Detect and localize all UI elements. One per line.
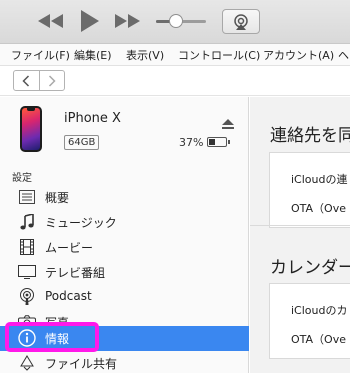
music-note-icon <box>18 213 36 231</box>
film-icon <box>18 238 36 256</box>
calendar-sync-heading: カレンダーを <box>270 258 350 278</box>
file-sharing-icon <box>18 354 36 372</box>
sidebar-item-label: 概要 <box>45 191 70 205</box>
playback-toolbar <box>0 0 350 44</box>
sidebar-item-label: テレビ番組 <box>45 266 106 280</box>
airplay-button[interactable] <box>222 9 260 34</box>
sidebar-item-summary[interactable]: 概要 <box>0 185 249 210</box>
sidebar-item-movies[interactable]: ムービー <box>0 235 249 260</box>
sidebar-item-file-sharing[interactable]: ファイル共有 <box>0 351 249 373</box>
back-button[interactable] <box>14 71 39 90</box>
menu-view[interactable]: 表示(V) <box>126 47 164 63</box>
menu-controls[interactable]: コントロール(C) <box>178 47 260 63</box>
menu-bar: ファイル(F) 編集(E) 表示(V) コントロール(C) アカウント(A) ヘ <box>0 44 350 66</box>
calendar-icloud-text: iCloudのカ <box>291 304 348 317</box>
settings-section-label: 設定 <box>12 173 32 184</box>
section-divider <box>250 225 350 226</box>
sidebar-item-label: ファイル共有 <box>45 357 118 371</box>
menu-account[interactable]: アカウント(A) <box>263 47 334 63</box>
info-icon <box>18 329 36 347</box>
sidebar-item-info[interactable]: 情報 <box>0 326 249 351</box>
summary-list-icon <box>18 188 36 206</box>
battery-percentage: 37% <box>179 136 204 149</box>
battery-level <box>209 139 215 145</box>
chevron-right-icon <box>48 74 56 87</box>
device-sidebar: iPhone X 64GB 37% 設定 概要 ミュージック ムービー テレビ番… <box>0 97 249 373</box>
contacts-ota-text: OTA（Ove <box>291 202 346 215</box>
calendar-ota-text: OTA（Ove <box>291 333 346 346</box>
capacity-badge: 64GB <box>64 135 100 150</box>
sidebar-item-music[interactable]: ミュージック <box>0 210 249 235</box>
device-name: iPhone X <box>64 111 121 126</box>
chevron-left-icon <box>22 74 30 87</box>
volume-knob[interactable] <box>169 14 183 28</box>
contacts-sync-heading: 連絡先を同 <box>270 126 350 146</box>
back-forward-buttons <box>13 70 65 91</box>
device-header[interactable]: iPhone X 64GB 37% <box>0 97 249 163</box>
sidebar-item-tv-shows[interactable]: テレビ番組 <box>0 260 249 285</box>
volume-slider[interactable] <box>156 14 206 28</box>
airplay-icon <box>234 13 248 30</box>
menu-file[interactable]: ファイル(F) <box>11 47 70 63</box>
battery-icon <box>207 137 230 147</box>
eject-icon[interactable] <box>222 114 234 133</box>
calendar-sync-panel: iCloudのカ OTA（Ove <box>269 283 350 359</box>
sidebar-item-label: ミュージック <box>45 216 117 230</box>
menu-help[interactable]: ヘ <box>338 47 349 63</box>
forward-button[interactable] <box>38 71 65 90</box>
play-icon[interactable] <box>78 10 102 32</box>
podcast-icon <box>18 288 36 306</box>
sidebar-item-label: Podcast <box>45 289 92 303</box>
fast-forward-icon[interactable] <box>114 10 140 32</box>
contacts-sync-panel: iCloudの連 OTA（Ove <box>269 152 350 228</box>
tv-icon <box>18 263 36 281</box>
sidebar-item-label: 情報 <box>45 332 70 346</box>
main-content: 連絡先を同 iCloudの連 OTA（Ove カレンダーを iCloudのカ O… <box>250 97 350 373</box>
iphone-icon <box>20 106 42 152</box>
sidebar-item-podcast[interactable]: Podcast <box>0 285 249 310</box>
menu-edit[interactable]: 編集(E) <box>74 47 112 63</box>
navigation-bar <box>0 66 350 96</box>
contacts-icloud-text: iCloudの連 <box>291 173 348 186</box>
rewind-icon[interactable] <box>38 10 64 32</box>
sidebar-item-label: ムービー <box>45 241 94 255</box>
